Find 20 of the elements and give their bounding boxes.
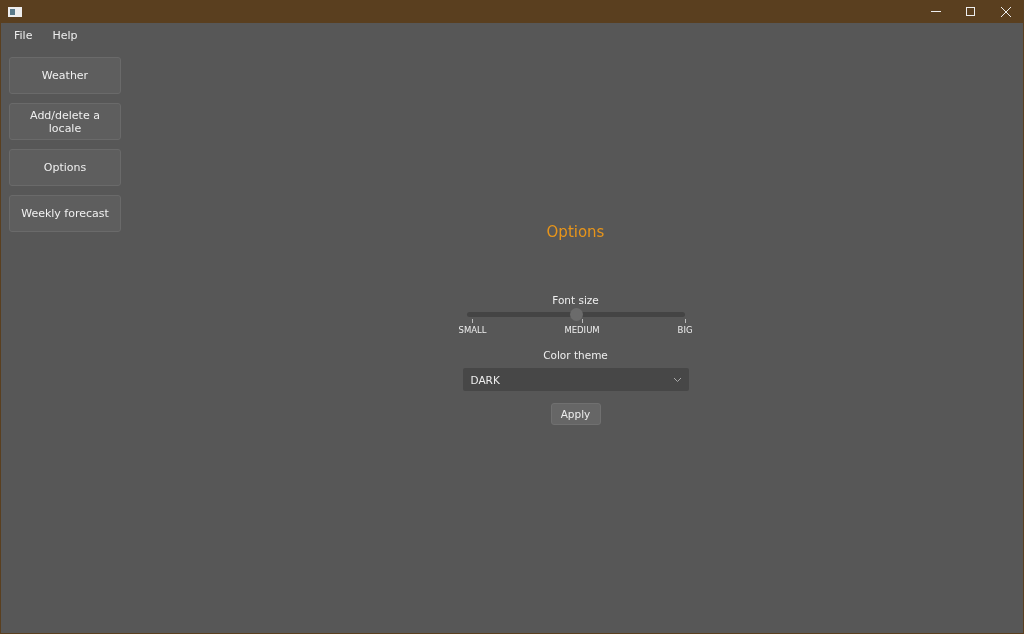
tick-label: MEDIUM [564,325,600,335]
nav-button[interactable]: Weather [9,57,121,94]
slider-thumb[interactable] [569,308,583,321]
menu-item[interactable]: File [7,27,40,49]
theme-dropdown[interactable]: DARK [462,368,689,391]
font-size-label: Font size [552,294,599,306]
page-heading: Options [546,223,605,241]
tick-label: BIG [677,325,693,335]
maximize-icon [966,7,975,16]
color-theme-label: Color theme [543,349,608,361]
nav-button[interactable]: Add/delete a locale [9,103,121,140]
nav-button[interactable]: Options [9,149,121,186]
minimize-icon [930,11,941,12]
chevron-down-icon [673,377,681,382]
close-icon [1000,6,1011,17]
menu-item[interactable]: Help [45,27,85,49]
tick-label: SMALL [458,325,487,335]
apply-button[interactable]: Apply [550,403,601,425]
nav-button[interactable]: Weekly forecast [9,195,121,232]
app-icon [8,6,22,17]
